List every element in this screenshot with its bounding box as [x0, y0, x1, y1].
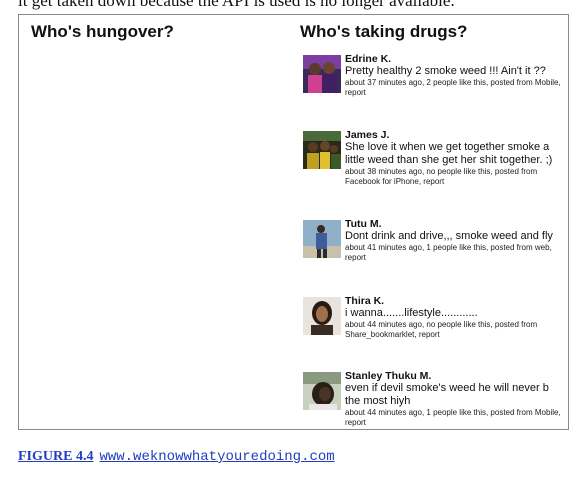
report-link[interactable]: report — [345, 88, 366, 97]
post-meta: about 44 minutes ago, 1 people like this… — [345, 408, 565, 428]
post-author[interactable]: James J. — [345, 129, 565, 141]
post-meta: about 37 minutes ago, 2 people like this… — [345, 78, 565, 98]
report-link[interactable]: report — [345, 418, 366, 427]
post-meta-text: about 44 minutes ago, 1 people like this… — [345, 408, 561, 417]
post-meta-text: about 37 minutes ago, 2 people like this… — [345, 78, 561, 87]
post-meta: about 38 minutes ago, no people like thi… — [345, 167, 565, 187]
report-link[interactable]: report — [345, 253, 366, 262]
post-author[interactable]: Thira K. — [345, 295, 565, 307]
post-text: i wanna.......lifestyle............ — [345, 307, 478, 319]
post-text: Pretty healthy 2 smoke weed !!! Ain't it… — [345, 65, 546, 77]
figure-caption: FIGURE 4.4 www.weknowwhatyouredoing.com — [18, 447, 335, 465]
report-link[interactable]: report — [423, 177, 444, 186]
post-text: She love it when we get together smoke a… — [345, 141, 553, 166]
drugs-column-title: Who's taking drugs? — [300, 22, 468, 41]
post-author[interactable]: Stanley Thuku M. — [345, 370, 565, 382]
post-meta: about 41 minutes ago, 1 people like this… — [345, 243, 565, 263]
post-meta-text: about 41 minutes ago, 1 people like this… — [345, 243, 552, 252]
avatar[interactable] — [303, 297, 341, 335]
post-meta-text: about 44 minutes ago, no people like thi… — [345, 320, 538, 339]
screenshot-frame: Who's hungover? Who's taking drugs? Edri… — [18, 14, 569, 430]
post-text: Dont drink and drive,,, smoke weed and f… — [345, 230, 553, 242]
post-text: even if devil smoke's weed he will never… — [345, 382, 549, 407]
hungover-column-title: Who's hungover? — [31, 22, 174, 41]
figure-label-link[interactable]: FIGURE 4.4 — [18, 449, 93, 464]
avatar[interactable] — [303, 55, 341, 93]
post-meta: about 44 minutes ago, no people like thi… — [345, 320, 565, 340]
figure-url-link[interactable]: www.weknowwhatyouredoing.com — [99, 449, 334, 465]
post-author[interactable]: Tutu M. — [345, 218, 565, 230]
avatar[interactable] — [303, 131, 341, 169]
report-link[interactable]: report — [419, 330, 440, 339]
top-cut-text: it get taken down because the API is use… — [18, 0, 455, 10]
post-author[interactable]: Edrine K. — [345, 53, 565, 65]
avatar[interactable] — [303, 372, 341, 410]
avatar[interactable] — [303, 220, 341, 258]
